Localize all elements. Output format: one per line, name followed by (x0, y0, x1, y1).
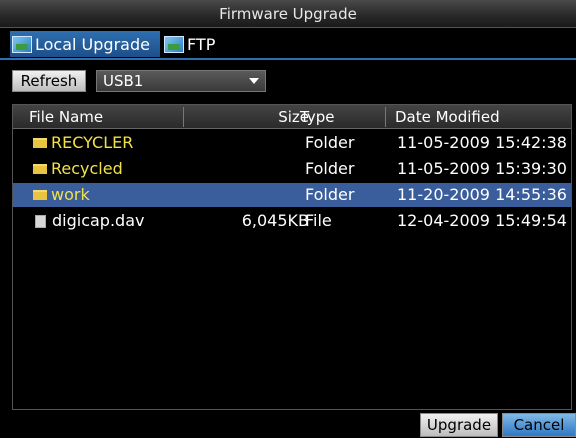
device-select-value: USB1 (103, 72, 144, 90)
table-row[interactable]: work Folder 11-20-2009 14:55:36 (13, 183, 571, 207)
file-name-text: digicap.dav (52, 211, 145, 230)
picture-icon (12, 35, 32, 53)
firmware-upgrade-dialog: Firmware Upgrade Local Upgrade FTP Refre… (0, 0, 576, 438)
folder-icon (33, 190, 47, 200)
file-name-cell: Recycled (33, 157, 123, 181)
refresh-button[interactable]: Refresh (12, 70, 86, 92)
date-modified-cell: 11-05-2009 15:42:38 (397, 133, 567, 152)
file-name-cell: RECYCLER (33, 131, 133, 155)
date-modified-cell: 12-04-2009 15:49:54 (397, 211, 567, 230)
column-header-file-name[interactable]: File Name (29, 105, 103, 129)
file-name-cell: digicap.dav (33, 209, 144, 233)
tab-ftp[interactable]: FTP (162, 31, 232, 57)
column-divider[interactable] (183, 107, 184, 127)
column-header-type[interactable]: Type (300, 105, 334, 129)
device-select[interactable]: USB1 (96, 70, 266, 92)
table-row[interactable]: Recycled Folder 11-05-2009 15:39:30 (13, 157, 571, 181)
column-header-date-modified[interactable]: Date Modified (395, 105, 500, 129)
footer: Upgrade Cancel (0, 410, 576, 438)
file-type-cell: Folder (305, 159, 355, 178)
cancel-button[interactable]: Cancel (502, 413, 576, 437)
date-modified-cell: 11-05-2009 15:39:30 (397, 159, 567, 178)
table-row[interactable]: digicap.dav 6,045KB File 12-04-2009 15:49:5… (13, 209, 571, 233)
window-title: Firmware Upgrade (0, 0, 576, 28)
column-divider[interactable] (385, 107, 386, 127)
file-size-cell: 6,045KB (241, 211, 309, 230)
file-type-cell: Folder (305, 185, 355, 204)
tab-bar: Local Upgrade FTP (0, 29, 576, 59)
upgrade-button[interactable]: Upgrade (420, 413, 498, 437)
toolbar: Refresh USB1 (0, 60, 576, 96)
table-row[interactable]: RECYCLER Folder 11-05-2009 15:42:38 (13, 131, 571, 155)
file-name-text: RECYCLER (51, 133, 134, 152)
file-icon (35, 214, 46, 228)
date-modified-cell: 11-20-2009 14:55:36 (397, 185, 567, 204)
tab-ftp-label: FTP (187, 34, 216, 54)
picture-icon (164, 35, 184, 53)
file-list-table[interactable]: File Name Size Type Date Modified RECYCL… (12, 104, 572, 410)
folder-icon (33, 138, 47, 148)
folder-icon (33, 164, 47, 174)
chevron-down-icon[interactable] (249, 78, 259, 84)
file-type-cell: Folder (305, 133, 355, 152)
file-name-cell: work (33, 183, 90, 207)
file-type-cell: File (305, 211, 332, 230)
tab-local-upgrade[interactable]: Local Upgrade (10, 31, 160, 57)
table-header: File Name Size Type Date Modified (13, 105, 571, 129)
tab-local-upgrade-label: Local Upgrade (35, 34, 150, 54)
file-name-text: work (51, 185, 90, 204)
file-name-text: Recycled (51, 159, 123, 178)
